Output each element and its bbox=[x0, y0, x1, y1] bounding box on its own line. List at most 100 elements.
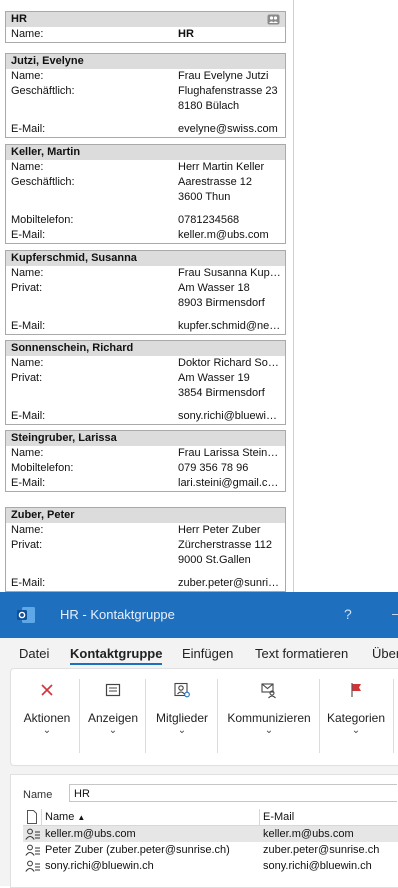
card-row: Mobiltelefon: 079 356 78 96 bbox=[6, 461, 285, 476]
field-label: Name: bbox=[11, 70, 44, 82]
field-label: Name: bbox=[11, 447, 44, 459]
card-title: Zuber, Peter bbox=[11, 509, 75, 521]
field-value: HR bbox=[178, 28, 194, 40]
chevron-down-icon: ⌄ bbox=[351, 725, 361, 736]
field-label: Mobiltelefon: bbox=[11, 462, 74, 474]
tab-kontaktgruppe[interactable]: Kontaktgruppe bbox=[70, 646, 162, 661]
card-title: HR bbox=[11, 13, 27, 25]
member-email: keller.m@ubs.com bbox=[263, 828, 354, 840]
tab-einfuegen[interactable]: Einfügen bbox=[182, 646, 233, 661]
contact-icon bbox=[25, 844, 40, 856]
ribbon-separator bbox=[217, 679, 218, 753]
contact-card-sonnenschein[interactable]: Sonnenschein, Richard Name: Doktor Richa… bbox=[5, 340, 286, 425]
card-row: Name: Frau Susanna Kupferschmid bbox=[6, 266, 285, 281]
page-icon bbox=[27, 810, 37, 824]
field-value: evelyne@swiss.com bbox=[178, 123, 278, 135]
contact-card-jutzi[interactable]: Jutzi, Evelyne Name: Frau Evelyne Jutzi … bbox=[5, 53, 286, 138]
contact-card-kupferschmid[interactable]: Kupferschmid, Susanna Name: Frau Susanna… bbox=[5, 250, 286, 335]
contact-card-zuber[interactable]: Zuber, Peter Name: Herr Peter Zuber Priv… bbox=[5, 507, 286, 592]
group-name-input[interactable]: HR bbox=[69, 784, 397, 802]
field-label: E-Mail: bbox=[11, 320, 46, 332]
card-title: Kupferschmid, Susanna bbox=[11, 252, 137, 264]
card-row: Name: Herr Peter Zuber bbox=[6, 523, 285, 538]
ribbon-label: Anzeigen bbox=[87, 711, 139, 725]
address-street: Aarestrasse 12 bbox=[178, 176, 252, 188]
name-label: Name bbox=[23, 789, 53, 801]
icon-column-header[interactable] bbox=[23, 809, 42, 825]
field-value: Frau Susanna Kupferschmid bbox=[178, 267, 282, 279]
ribbon-separator bbox=[145, 679, 146, 753]
list-item[interactable]: Peter Zuber (zuber.peter@sunrise.ch) zub… bbox=[23, 842, 398, 858]
card-header: HR bbox=[6, 12, 285, 27]
field-label: Geschäftlich: bbox=[11, 176, 75, 188]
field-value: Herr Peter Zuber bbox=[178, 524, 261, 536]
communicate-icon bbox=[261, 683, 276, 699]
mitglieder-button[interactable]: Mitglieder ⌄ bbox=[149, 669, 215, 765]
card-header: Sonnenschein, Richard bbox=[6, 341, 285, 356]
field-value: keller.m@ubs.com bbox=[178, 229, 269, 241]
help-button[interactable]: ? bbox=[344, 606, 352, 622]
contact-card-keller[interactable]: Keller, Martin Name: Herr Martin Keller … bbox=[5, 144, 286, 244]
column-label: Name bbox=[45, 811, 75, 823]
tab-text-formatieren[interactable]: Text formatieren bbox=[255, 646, 348, 661]
field-value: Doktor Richard Sonnenschein bbox=[178, 357, 282, 369]
card-header: Steingruber, Larissa bbox=[6, 431, 285, 446]
field-label: Name: bbox=[11, 524, 44, 536]
address-street: Am Wasser 18 bbox=[178, 282, 250, 294]
ribbon: Aktionen ⌄ Anzeigen ⌄ Mitglieder ⌄ Kommu… bbox=[10, 668, 398, 766]
tab-datei[interactable]: Datei bbox=[19, 646, 49, 661]
card-row: E-Mail: zuber.peter@sunrise.ch bbox=[6, 576, 285, 591]
card-row: Mobiltelefon: 0781234568 bbox=[6, 213, 285, 228]
contact-card-steingruber[interactable]: Steingruber, Larissa Name: Frau Larissa … bbox=[5, 430, 286, 492]
card-row: Name: Doktor Richard Sonnenschein bbox=[6, 356, 285, 371]
address-city: 3854 Birmensdorf bbox=[178, 387, 265, 399]
member-email: zuber.peter@sunrise.ch bbox=[263, 844, 380, 856]
list-item[interactable]: keller.m@ubs.com keller.m@ubs.com bbox=[23, 826, 398, 842]
minimize-button[interactable]: – bbox=[392, 605, 398, 621]
field-label: Privat: bbox=[11, 539, 43, 551]
card-row: Privat: Zürcherstrasse 112 9000 St.Gallen bbox=[6, 538, 285, 568]
address-city: 3600 Thun bbox=[178, 191, 231, 203]
card-row: E-Mail: sony.richi@bluewin.ch bbox=[6, 409, 285, 424]
aktionen-button[interactable]: Aktionen ⌄ bbox=[17, 669, 77, 765]
card-title: Steingruber, Larissa bbox=[11, 432, 117, 444]
sort-ascending-icon: ▲ bbox=[77, 813, 86, 822]
email-column-header[interactable]: E-Mail bbox=[263, 811, 294, 823]
column-separator[interactable] bbox=[259, 809, 260, 825]
anzeigen-button[interactable]: Anzeigen ⌄ bbox=[83, 669, 143, 765]
field-label: Name: bbox=[11, 28, 44, 40]
view-icon bbox=[105, 683, 121, 697]
field-label: E-Mail: bbox=[11, 229, 46, 241]
address-city: 8903 Birmensdorf bbox=[178, 297, 265, 309]
field-value: 0781234568 bbox=[178, 214, 240, 226]
name-column-header[interactable]: Name ▲ bbox=[45, 811, 85, 823]
field-label: Privat: bbox=[11, 372, 43, 384]
card-row: E-Mail: evelyne@swiss.com bbox=[6, 122, 285, 137]
kategorien-button[interactable]: Kategorien ⌄ bbox=[323, 669, 389, 765]
address-street: Zürcherstrasse 112 bbox=[178, 539, 272, 551]
ribbon-label: Aktionen bbox=[23, 711, 71, 725]
ribbon-label: Kommunizieren bbox=[227, 711, 311, 725]
field-value: Frau Larissa Steingruber bbox=[178, 447, 282, 459]
chevron-down-icon: ⌄ bbox=[108, 725, 118, 736]
card-row: Geschäftlich: Flughafenstrasse 23 8180 Bü… bbox=[6, 84, 285, 114]
title-bar: HR - Kontaktgruppe ? – bbox=[0, 592, 398, 638]
list-item[interactable]: sony.richi@bluewin.ch sony.richi@bluewin… bbox=[23, 858, 398, 874]
member-pane: Name HR Name ▲ E-Mail keller.m@ubs.com k… bbox=[10, 774, 398, 888]
card-row: Geschäftlich: Aarestrasse 12 3600 Thun bbox=[6, 175, 285, 205]
member-name: keller.m@ubs.com bbox=[45, 828, 136, 840]
card-row: E-Mail: lari.steini@gmail.com bbox=[6, 476, 285, 491]
address-city: 9000 St.Gallen bbox=[178, 554, 251, 566]
field-label: E-Mail: bbox=[11, 123, 46, 135]
ribbon-separator bbox=[79, 679, 80, 753]
field-value: 079 356 78 96 bbox=[178, 462, 249, 474]
tab-ueberpruefen[interactable]: Über bbox=[372, 646, 398, 661]
ribbon-label: Mitglieder bbox=[155, 711, 209, 725]
contact-icon bbox=[25, 828, 40, 840]
field-label: Name: bbox=[11, 161, 44, 173]
address-street: Flughafenstrasse 23 bbox=[178, 85, 278, 97]
contact-card-hr[interactable]: HR Name: HR bbox=[5, 11, 286, 43]
card-header: Kupferschmid, Susanna bbox=[6, 251, 285, 266]
kommunizieren-button[interactable]: Kommunizieren ⌄ bbox=[221, 669, 317, 765]
field-label: E-Mail: bbox=[11, 577, 46, 589]
